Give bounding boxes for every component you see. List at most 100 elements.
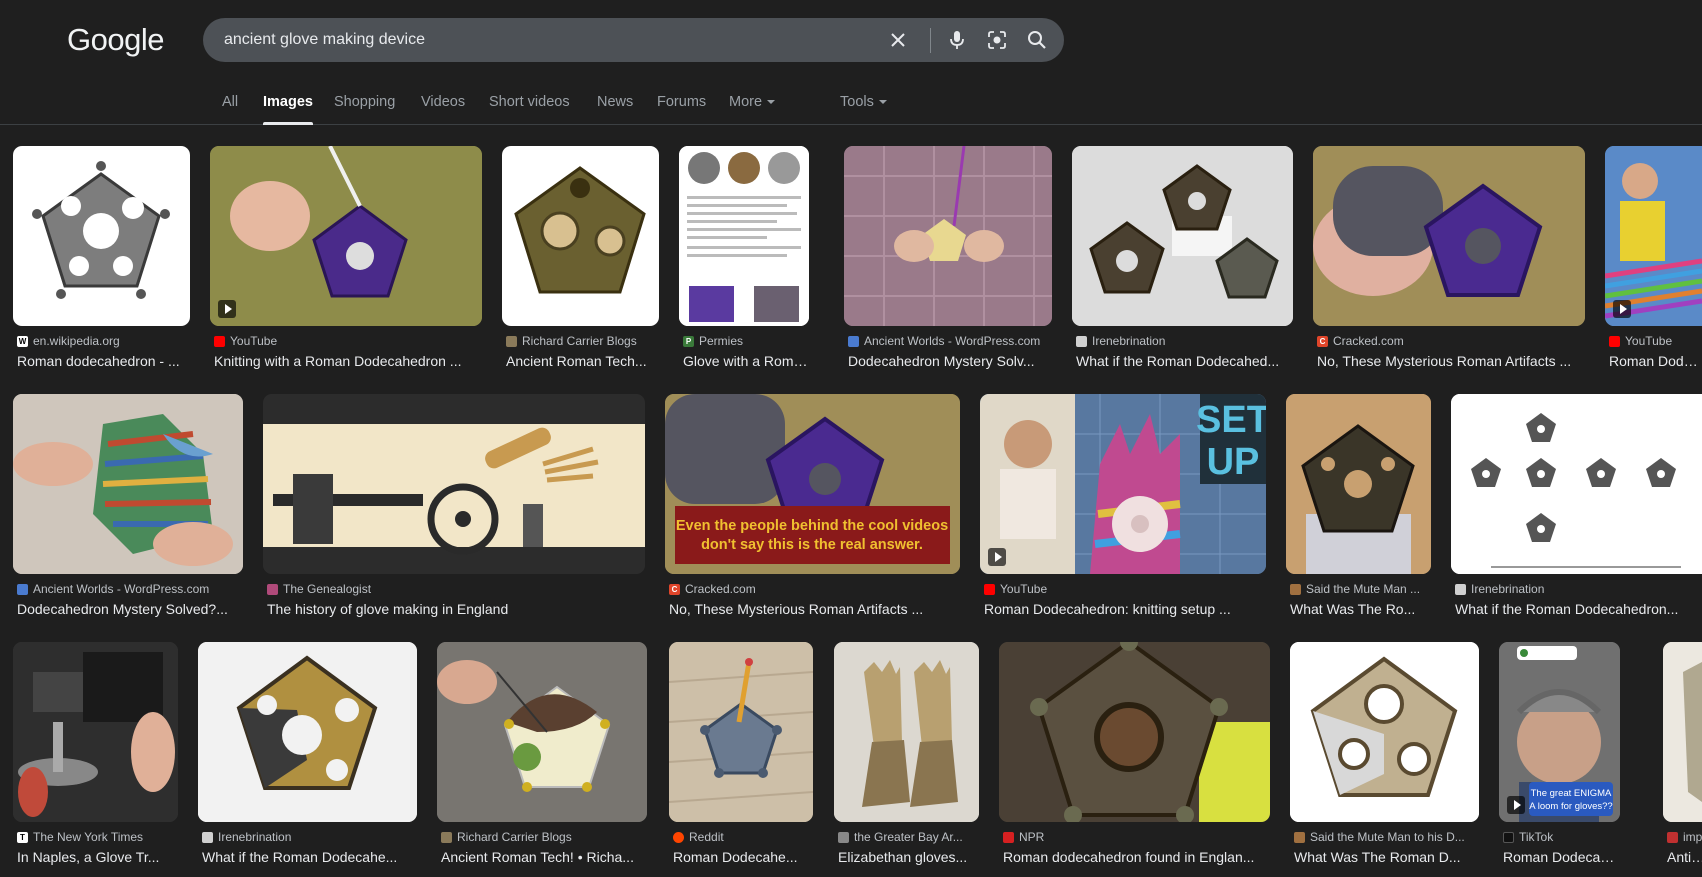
result-thumbnail[interactable] — [198, 642, 417, 822]
tab-news[interactable]: News — [597, 94, 633, 110]
result-title[interactable]: What Was The Roman D... — [1294, 849, 1477, 865]
result-thumbnail[interactable] — [502, 146, 659, 326]
result-thumbnail[interactable] — [13, 642, 178, 822]
image-result[interactable]: Ancient Worlds - WordPress.com Dodecahed… — [13, 394, 243, 624]
result-source[interactable]: C Cracked.com — [1317, 334, 1582, 348]
result-source[interactable]: Irenebrination — [1455, 582, 1700, 596]
result-thumbnail[interactable] — [1286, 394, 1431, 574]
result-source[interactable]: imp... — [1667, 830, 1702, 844]
result-title[interactable]: No, These Mysterious Roman Artifacts ... — [669, 601, 957, 617]
image-result[interactable]: Irenebrination What if the Roman Dodecah… — [198, 642, 417, 872]
result-title[interactable]: Elizabethan gloves... — [838, 849, 978, 865]
close-icon[interactable] — [886, 28, 910, 52]
result-title[interactable]: No, These Mysterious Roman Artifacts ... — [1317, 353, 1582, 369]
image-result[interactable]: SET UP YouTube Roman Dodecahedron: knitti… — [980, 394, 1266, 624]
image-result[interactable]: Richard Carrier Blogs Ancient Roman Tech… — [437, 642, 647, 872]
result-title[interactable]: Roman dodecahedron - ... — [17, 353, 187, 369]
result-title[interactable]: What Was The Ro... — [1290, 601, 1430, 617]
result-title[interactable]: Roman Dodecahe... — [673, 849, 813, 865]
image-result[interactable]: Richard Carrier Blogs Ancient Roman Tech… — [502, 146, 659, 376]
result-title[interactable]: Glove with a Roma... — [683, 353, 809, 369]
result-source[interactable]: The Genealogist — [267, 582, 641, 596]
image-result[interactable]: the Greater Bay Ar... Elizabethan gloves… — [834, 642, 979, 872]
result-title[interactable]: What if the Roman Dodecahed... — [1076, 353, 1290, 369]
result-title[interactable]: Ancient Roman Tech! • Richa... — [441, 849, 646, 865]
result-source[interactable]: YouTube — [214, 334, 479, 348]
image-result[interactable]: Irenebrination What if the Roman Dodecah… — [1451, 394, 1702, 624]
search-input[interactable] — [224, 18, 874, 62]
tools-button[interactable]: Tools — [840, 94, 887, 110]
image-result[interactable]: Said the Mute Man ... What Was The Ro... — [1286, 394, 1431, 624]
result-title[interactable]: In Naples, a Glove Tr... — [17, 849, 177, 865]
tab-all[interactable]: All — [222, 94, 238, 110]
result-thumbnail[interactable] — [210, 146, 482, 326]
result-source[interactable]: C Cracked.com — [669, 582, 957, 596]
tab-short-videos[interactable]: Short videos — [489, 94, 570, 110]
result-title[interactable]: Antiq... — [1667, 849, 1702, 865]
result-source[interactable]: Ancient Worlds - WordPress.com — [17, 582, 239, 596]
result-source[interactable]: T The New York Times — [17, 830, 177, 844]
image-result[interactable]: The great ENIGMA A loom for gloves?? TikT… — [1499, 642, 1621, 872]
result-title[interactable]: What if the Roman Dodecahe... — [202, 849, 414, 865]
result-source[interactable]: YouTube — [984, 582, 1262, 596]
image-result[interactable]: Wen.wikipedia.org Roman dodecahedron - .… — [13, 146, 190, 376]
microphone-icon[interactable] — [945, 28, 969, 52]
result-source[interactable]: Said the Mute Man ... — [1290, 582, 1430, 596]
image-result[interactable]: Irenebrination What if the Roman Dodecah… — [1072, 146, 1293, 376]
result-source[interactable]: TikTok — [1503, 830, 1621, 844]
result-thumbnail[interactable] — [13, 146, 190, 326]
image-result[interactable]: YouTube Knitting with a Roman Dodecahedr… — [210, 146, 482, 376]
result-source[interactable]: Richard Carrier Blogs — [441, 830, 646, 844]
result-thumbnail[interactable] — [437, 642, 647, 822]
result-source[interactable]: P Permies — [683, 334, 809, 348]
result-thumbnail[interactable]: Even the people behind the cool videos do… — [665, 394, 960, 574]
result-source[interactable]: the Greater Bay Ar... — [838, 830, 978, 844]
result-thumbnail[interactable] — [1313, 146, 1585, 326]
tab-forums[interactable]: Forums — [657, 94, 706, 110]
result-source[interactable]: NPR — [1003, 830, 1268, 844]
result-source[interactable]: Wen.wikipedia.org — [17, 334, 187, 348]
result-thumbnail[interactable] — [1072, 146, 1293, 326]
result-thumbnail[interactable] — [844, 146, 1052, 326]
image-result[interactable]: The Genealogist The history of glove mak… — [263, 394, 645, 624]
result-thumbnail[interactable] — [263, 394, 645, 574]
result-source[interactable]: YouTube — [1609, 334, 1702, 348]
result-thumbnail[interactable] — [1451, 394, 1702, 574]
tab-shopping[interactable]: Shopping — [334, 94, 395, 110]
image-result[interactable]: Ancient Worlds - WordPress.com Dodecahed… — [844, 146, 1052, 376]
result-thumbnail[interactable] — [1605, 146, 1702, 326]
result-thumbnail[interactable] — [669, 642, 813, 822]
result-source[interactable]: Ancient Worlds - WordPress.com — [848, 334, 1048, 348]
image-result[interactable]: C Cracked.com No, These Mysterious Roman … — [1313, 146, 1585, 376]
result-source[interactable]: Irenebrination — [202, 830, 414, 844]
image-result[interactable]: P Permies Glove with a Roma... — [679, 146, 809, 376]
result-title[interactable]: What if the Roman Dodecahedron... — [1455, 601, 1700, 617]
image-result[interactable]: Said the Mute Man to his D... What Was T… — [1290, 642, 1479, 872]
result-source[interactable]: Richard Carrier Blogs — [506, 334, 656, 348]
result-thumbnail[interactable] — [1663, 642, 1702, 822]
result-thumbnail[interactable] — [834, 642, 979, 822]
image-result[interactable]: imp... Antiq... — [1663, 642, 1702, 872]
tab-more[interactable]: More — [729, 94, 776, 110]
image-result[interactable]: NPR Roman dodecahedron found in Englan..… — [999, 642, 1270, 872]
result-thumbnail[interactable]: The great ENIGMA A loom for gloves?? — [1499, 642, 1620, 822]
result-thumbnail[interactable] — [679, 146, 809, 326]
result-title[interactable]: The history of glove making in England — [267, 601, 641, 617]
result-title[interactable]: Dodecahedron Mystery Solv... — [848, 353, 1048, 369]
result-thumbnail[interactable] — [1290, 642, 1479, 822]
result-title[interactable]: Roman Dodec... — [1609, 353, 1702, 369]
result-title[interactable]: Roman Dodecahe... — [1503, 849, 1621, 865]
result-title[interactable]: Roman Dodecahedron: knitting setup ... — [984, 601, 1262, 617]
image-result[interactable]: Even the people behind the cool videos do… — [665, 394, 960, 624]
result-source[interactable]: Said the Mute Man to his D... — [1294, 830, 1477, 844]
result-thumbnail[interactable] — [999, 642, 1270, 822]
tab-images[interactable]: Images — [263, 94, 313, 125]
image-result[interactable]: T The New York Times In Naples, a Glove T… — [13, 642, 178, 872]
google-logo[interactable]: Google — [67, 22, 164, 58]
result-source[interactable]: Reddit — [673, 830, 813, 844]
tab-videos[interactable]: Videos — [421, 94, 465, 110]
camera-lens-icon[interactable] — [985, 28, 1009, 52]
result-source[interactable]: Irenebrination — [1076, 334, 1290, 348]
search-icon[interactable] — [1025, 28, 1049, 52]
image-result[interactable]: YouTube Roman Dodec... — [1605, 146, 1702, 376]
